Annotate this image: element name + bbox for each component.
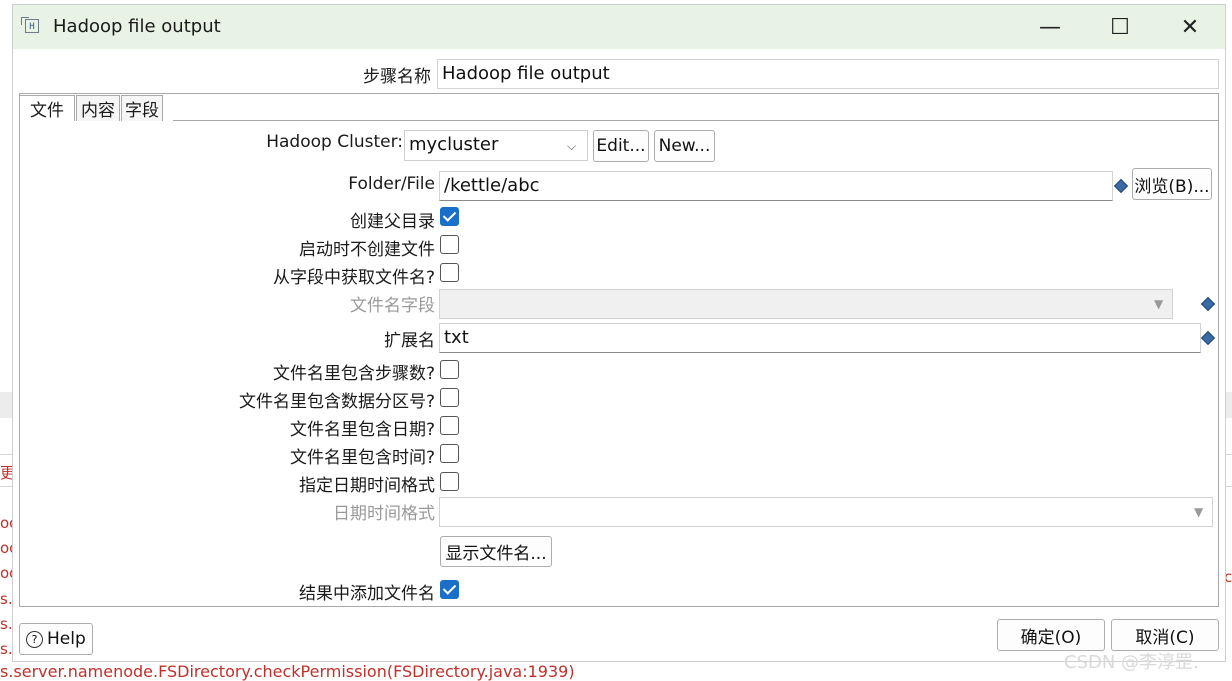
- browse-button[interactable]: 浏览(B)...: [1132, 168, 1212, 200]
- window-title: Hadoop file output: [53, 16, 221, 37]
- filename-field-select: ▼: [439, 289, 1173, 319]
- chevron-down-icon: ▼: [1154, 297, 1164, 311]
- include-date-checkbox[interactable]: [440, 416, 459, 435]
- chevron-down-icon: ⌵: [567, 139, 577, 153]
- include-partition-label: 文件名里包含数据分区号?: [238, 392, 435, 412]
- specify-format-checkbox[interactable]: [440, 472, 459, 491]
- date-time-format-select: ▼: [439, 497, 1213, 527]
- create-parent-checkbox[interactable]: [440, 207, 459, 226]
- filename-field-label: 文件名字段: [350, 296, 435, 316]
- folder-file-input[interactable]: /kettle/abc: [439, 171, 1113, 201]
- watermark: CSDN @李淳罡.: [1064, 652, 1199, 673]
- log-line: s.server.namenode.FSDirectory.checkPermi…: [0, 662, 575, 681]
- tab-file[interactable]: 文件: [19, 95, 75, 121]
- help-button[interactable]: ? Help: [19, 623, 93, 655]
- extension-input[interactable]: txt: [439, 323, 1201, 353]
- specify-format-label: 指定日期时间格式: [299, 476, 435, 496]
- add-to-result-label: 结果中添加文件名: [299, 584, 435, 604]
- help-label: Help: [47, 629, 86, 649]
- hadoop-cluster-select[interactable]: mycluster ⌵: [404, 130, 588, 161]
- include-partition-checkbox[interactable]: [440, 388, 459, 407]
- date-time-format-label: 日期时间格式: [333, 504, 435, 524]
- tab-strip-line: [173, 120, 1219, 121]
- minimize-button[interactable]: —: [1027, 11, 1073, 43]
- create-parent-label: 创建父目录: [350, 212, 435, 232]
- hadoop-file-output-dialog: H Hadoop file output — ☐ ✕ 步骤名称 Hadoop f…: [12, 4, 1226, 662]
- tab-content[interactable]: 内容: [76, 95, 120, 121]
- no-create-at-start-label: 启动时不创建文件: [299, 240, 435, 260]
- include-time-checkbox[interactable]: [440, 444, 459, 463]
- filename-from-field-checkbox[interactable]: [440, 263, 459, 282]
- title-bar[interactable]: H Hadoop file output — ☐ ✕: [13, 5, 1225, 49]
- new-cluster-button[interactable]: New...: [654, 130, 715, 162]
- close-button[interactable]: ✕: [1167, 11, 1213, 43]
- edit-cluster-button[interactable]: Edit...: [593, 130, 649, 162]
- maximize-button[interactable]: ☐: [1097, 11, 1143, 43]
- include-step-nr-checkbox[interactable]: [440, 360, 459, 379]
- include-date-label: 文件名里包含日期?: [289, 420, 435, 440]
- extension-label: 扩展名: [384, 331, 435, 351]
- no-create-at-start-checkbox[interactable]: [440, 235, 459, 254]
- tab-fields[interactable]: 字段: [121, 95, 163, 121]
- help-icon: ?: [26, 630, 43, 648]
- step-name-label: 步骤名称: [363, 67, 431, 87]
- add-to-result-checkbox[interactable]: [440, 580, 459, 599]
- include-step-nr-label: 文件名里包含步骤数?: [272, 364, 435, 384]
- cancel-button[interactable]: 取消(C): [1111, 619, 1219, 651]
- step-name-input[interactable]: Hadoop file output: [437, 59, 1219, 89]
- hadoop-step-icon: H: [21, 17, 39, 33]
- show-filenames-button[interactable]: 显示文件名...: [440, 536, 552, 567]
- chevron-down-icon: ▼: [1194, 505, 1204, 519]
- include-time-label: 文件名里包含时间?: [289, 448, 435, 468]
- filename-from-field-label: 从字段中获取文件名?: [272, 268, 435, 288]
- folder-file-label: Folder/File: [348, 174, 435, 194]
- hadoop-cluster-value: mycluster: [409, 134, 499, 155]
- ok-button[interactable]: 确定(O): [997, 619, 1105, 651]
- hadoop-cluster-label: Hadoop Cluster:: [266, 132, 403, 152]
